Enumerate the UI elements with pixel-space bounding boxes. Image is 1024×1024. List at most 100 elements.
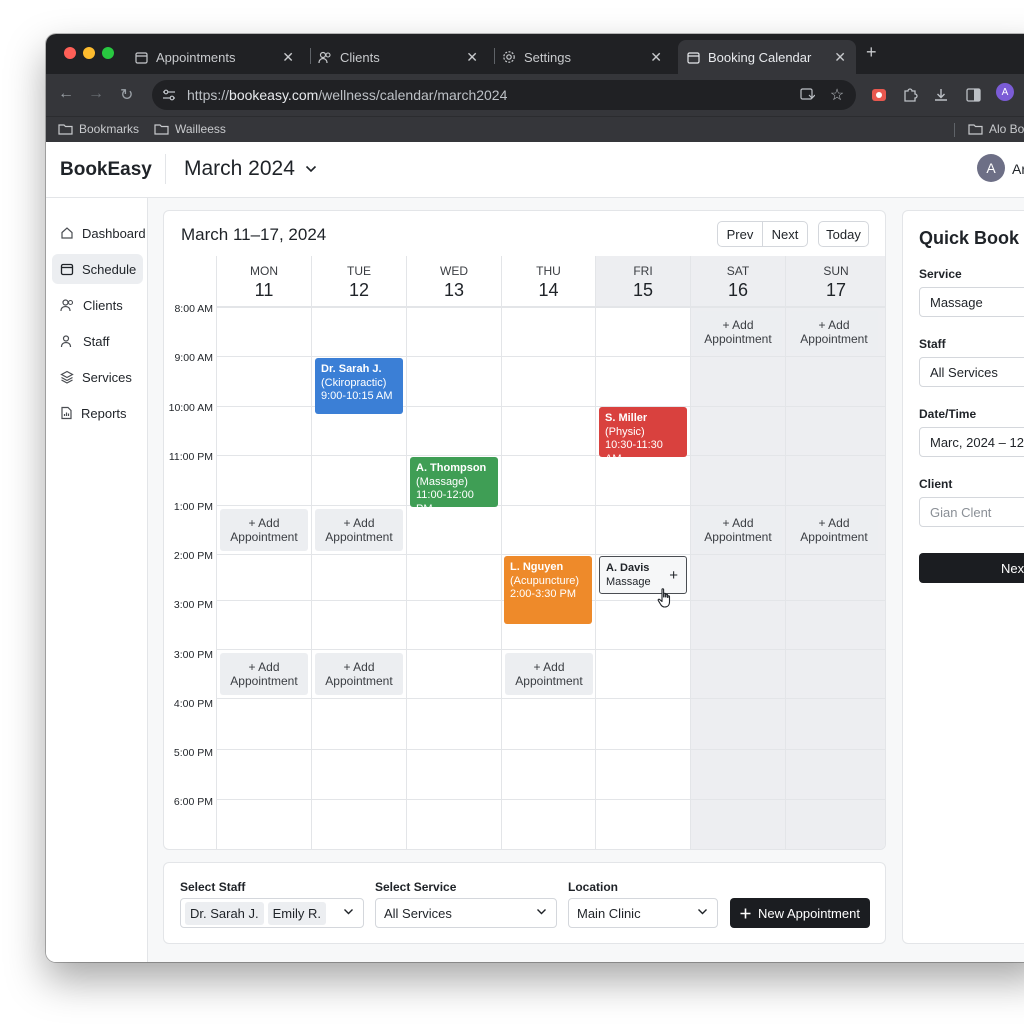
- appointment-event[interactable]: A. Thompson (Massage) 11:00-12:00 PM: [410, 457, 498, 515]
- bookmark-folder-bookmarks[interactable]: Bookmarks: [58, 122, 139, 136]
- back-icon[interactable]: ←: [58, 85, 74, 103]
- close-tab-icon[interactable]: ✕: [466, 49, 478, 66]
- time-label: 2:00 PM: [173, 550, 213, 562]
- qb-client-input[interactable]: Gian Clent: [919, 497, 1024, 527]
- close-window-button[interactable]: [64, 47, 76, 59]
- extension-icon[interactable]: [870, 86, 888, 104]
- day-header-wed[interactable]: WED 13: [406, 256, 501, 307]
- event-client: A. Thompson: [416, 462, 487, 474]
- add-appointment-slot[interactable]: + Add Appointment: [790, 311, 878, 353]
- sidebar-item-reports[interactable]: Reports: [52, 398, 143, 428]
- add-slot-line2: Appointment: [325, 674, 393, 688]
- sidebar-item-dashboard[interactable]: Dashboard: [52, 218, 146, 248]
- calendar-icon: [686, 50, 700, 64]
- today-button[interactable]: Today: [818, 221, 869, 247]
- close-tab-icon[interactable]: ✕: [282, 49, 294, 66]
- new-tab-button[interactable]: +: [866, 42, 877, 63]
- profile-avatar[interactable]: A: [996, 83, 1014, 101]
- add-slot-line1: + Add: [818, 318, 850, 332]
- sidebar-item-clients[interactable]: Clients: [52, 290, 143, 320]
- site-settings-icon[interactable]: [160, 86, 178, 104]
- staff-filter-label: Select Staff: [180, 880, 246, 894]
- forward-icon[interactable]: →: [88, 85, 104, 103]
- sidebar-item-label: Staff: [83, 333, 110, 349]
- install-app-icon[interactable]: [798, 86, 816, 104]
- qb-staff-select[interactable]: All Services: [919, 357, 1024, 387]
- chevron-down-icon: [344, 909, 353, 915]
- appointment-event[interactable]: L. Nguyen (Acupuncture) 2:00-3:30 PM: [504, 556, 592, 624]
- download-icon[interactable]: [932, 86, 950, 104]
- day-column-line: [595, 256, 596, 849]
- time-label: 11:00 PM: [168, 451, 213, 463]
- report-icon: [61, 406, 72, 420]
- sidepanel-icon[interactable]: [964, 86, 982, 104]
- reload-icon[interactable]: ↻: [120, 85, 133, 105]
- address-bar[interactable]: https://bookeasy.com/wellness/calendar/m…: [152, 80, 856, 110]
- add-appointment-slot[interactable]: + Add Appointment: [790, 509, 878, 551]
- folder-icon: [968, 124, 983, 135]
- sidebar-item-services[interactable]: Services: [52, 362, 143, 392]
- add-appointment-slot[interactable]: + Add Appointment: [220, 653, 308, 695]
- users-icon: [318, 50, 332, 64]
- add-appointment-slot[interactable]: + Add Appointment: [505, 653, 593, 695]
- add-appointment-slot[interactable]: + Add Appointment: [694, 509, 782, 551]
- add-appointment-slot[interactable]: + Add Appointment: [694, 311, 782, 353]
- day-header-sun[interactable]: SUN 17: [785, 256, 885, 307]
- staff-icon: [60, 335, 72, 348]
- tab-settings[interactable]: Settings ✕: [502, 40, 672, 74]
- qb-staff-label: Staff: [919, 337, 946, 351]
- new-appointment-button[interactable]: New Appointment: [730, 898, 870, 928]
- day-header-fri[interactable]: FRI 15: [595, 256, 690, 307]
- staff-chip[interactable]: Dr. Sarah J.: [185, 901, 264, 925]
- time-label: 6:00 PM: [173, 796, 213, 808]
- plus-icon[interactable]: +: [669, 568, 678, 582]
- next-week-button[interactable]: Next: [762, 221, 808, 247]
- appointment-event[interactable]: S. Miller (Physic) 10:30-11:30 AM: [599, 407, 687, 465]
- qb-datetime-field[interactable]: Marc, 2024 – 12:0: [919, 427, 1024, 457]
- day-header-tue[interactable]: TUE 12: [311, 256, 406, 307]
- add-slot-line2: Appointment: [704, 332, 772, 346]
- event-service: (Ckiropractic): [321, 376, 387, 389]
- qb-next-button[interactable]: Next: [919, 553, 1024, 583]
- add-appointment-slot[interactable]: + Add Appointment: [220, 509, 308, 551]
- day-name: WED: [440, 264, 468, 278]
- appointment-event[interactable]: Dr. Sarah J. (Ckiropractic) 9:00-10:15 A…: [315, 358, 403, 414]
- day-header-thu[interactable]: THU 14: [501, 256, 595, 307]
- day-number: 16: [727, 280, 749, 300]
- qb-client-label: Client: [919, 477, 953, 491]
- app-logo[interactable]: BookEasy: [60, 159, 152, 181]
- appointment-event-dragging[interactable]: A. Davis Massage +: [599, 556, 687, 608]
- tab-clients[interactable]: Clients ✕: [318, 40, 488, 74]
- event-service: (Massage): [416, 475, 468, 488]
- time-label: 3:00 PM: [173, 599, 213, 611]
- sidebar-item-schedule[interactable]: Schedule: [52, 254, 143, 284]
- prev-week-button[interactable]: Prev: [717, 221, 763, 247]
- qb-service-select[interactable]: Massage: [919, 287, 1024, 317]
- browser-window: Appointments ✕ Clients ✕ Settings ✕ Book…: [46, 34, 1024, 962]
- day-header-sat[interactable]: SAT 16: [690, 256, 785, 307]
- day-number: 17: [825, 280, 847, 300]
- month-selector[interactable]: March 2024: [184, 157, 317, 181]
- bookmark-folder-alo-bor[interactable]: Alo Bor: [968, 122, 1024, 136]
- close-tab-icon[interactable]: ✕: [650, 49, 662, 66]
- staff-multiselect[interactable]: Dr. Sarah J. Emily R.: [180, 898, 364, 928]
- day-header-mon[interactable]: MON 11: [216, 256, 311, 307]
- minimize-window-button[interactable]: [83, 47, 95, 59]
- add-appointment-slot[interactable]: + Add Appointment: [315, 509, 403, 551]
- sidebar-item-staff[interactable]: Staff: [52, 326, 143, 356]
- add-appointment-slot[interactable]: + Add Appointment: [315, 653, 403, 695]
- bookmark-star-icon[interactable]: ☆: [828, 86, 846, 104]
- add-slot-line1: + Add: [533, 660, 565, 674]
- service-select[interactable]: All Services: [375, 898, 557, 928]
- tab-booking-calendar[interactable]: Booking Calendar ✕: [678, 40, 856, 74]
- location-select[interactable]: Main Clinic: [568, 898, 718, 928]
- user-name[interactable]: Ar: [1012, 161, 1024, 177]
- user-avatar[interactable]: A: [977, 154, 1005, 182]
- tab-appointments[interactable]: Appointments ✕: [134, 40, 304, 74]
- close-tab-icon[interactable]: ✕: [834, 49, 846, 66]
- puzzle-icon[interactable]: [901, 86, 919, 104]
- staff-chip[interactable]: Emily R.: [267, 901, 327, 925]
- day-name: SAT: [726, 264, 750, 278]
- bookmark-folder-wailleess[interactable]: Wailleess: [154, 122, 226, 136]
- maximize-window-button[interactable]: [102, 47, 114, 59]
